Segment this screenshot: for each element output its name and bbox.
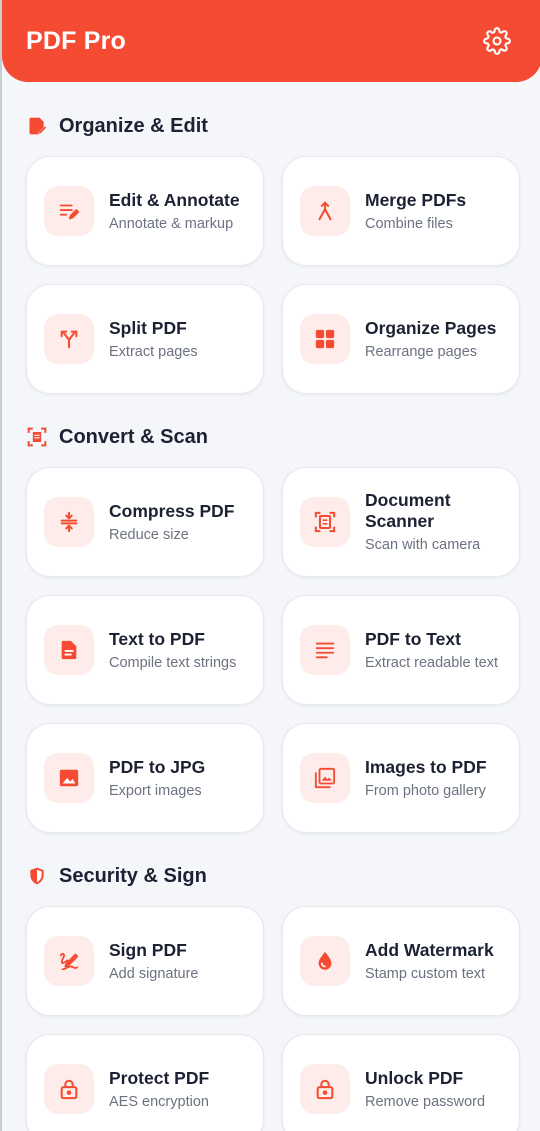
tool-icon-box: [300, 497, 350, 547]
tool-title: Add Watermark: [365, 939, 494, 960]
section-title: Convert & Scan: [59, 425, 208, 448]
water-drop-icon: [318, 951, 332, 970]
app-header: PDF Pro: [2, 0, 540, 82]
tool-subtitle: Extract pages: [109, 343, 198, 360]
tool-subtitle: Rearrange pages: [365, 343, 478, 360]
tool-title: PDF to JPG: [109, 756, 206, 777]
tool-grid: Edit & Annotate Annotate & markup Merge …: [26, 156, 520, 394]
section-security-sign: Security & Sign Sign PDF Add signature A…: [26, 862, 520, 1131]
section-header: Convert & Scan: [26, 423, 518, 451]
tool-title: Edit & Annotate: [109, 189, 240, 210]
section-organize-edit: Organize & Edit Edit & Annotate Annotate…: [26, 112, 520, 394]
split-icon: [60, 330, 78, 349]
tool-title: Sign PDF: [109, 939, 187, 960]
text-lines-icon: [315, 642, 335, 659]
tool-title: PDF to Text: [365, 628, 461, 649]
tool-subtitle: Scan with camera: [365, 537, 481, 553]
tool-icon-box: [300, 186, 350, 236]
tool-icon-box: [300, 314, 350, 364]
tool-card-edit-annotate[interactable]: Edit & Annotate Annotate & markup: [26, 156, 264, 266]
tool-icon-box: [44, 936, 94, 986]
section-header: Organize & Edit: [26, 112, 518, 140]
tool-card-pdf-to-text[interactable]: PDF to Text Extract readable text: [282, 595, 520, 705]
section-title: Organize & Edit: [59, 114, 208, 137]
tool-icon-box: [300, 936, 350, 986]
tool-title: Compress PDF: [109, 500, 235, 521]
grid-icon: [315, 329, 335, 349]
tool-subtitle: Remove password: [365, 1093, 486, 1110]
photo-library-icon: [314, 767, 336, 789]
tool-icon-box: [44, 314, 94, 364]
tool-title: Organize Pages: [365, 317, 497, 338]
signature-icon: [59, 953, 79, 971]
gear-icon: [483, 27, 511, 55]
section-convert-scan: Convert & Scan Compress PDF Reduce size …: [26, 423, 520, 833]
tool-card-protect-pdf[interactable]: Protect PDF AES encryption: [26, 1034, 264, 1131]
tool-card-sign-pdf[interactable]: Sign PDF Add signature: [26, 906, 264, 1016]
settings-button[interactable]: [480, 24, 514, 58]
unlock-icon: [316, 1079, 334, 1100]
image-icon: [59, 769, 79, 787]
scan-frame-icon: [26, 426, 48, 448]
tool-subtitle: Export images: [109, 782, 202, 799]
section-header: Security & Sign: [26, 862, 518, 890]
tool-subtitle: Extract readable text: [365, 654, 498, 671]
tool-card-pdf-to-jpg[interactable]: PDF to JPG Export images: [26, 723, 264, 833]
tool-icon-box: [44, 497, 94, 547]
tool-title: Text to PDF: [109, 628, 205, 649]
tool-title: Merge PDFs: [365, 189, 467, 210]
lock-icon: [60, 1079, 78, 1100]
tool-icon-box: [300, 1064, 350, 1114]
tool-card-split-pdf[interactable]: Split PDF Extract pages: [26, 284, 264, 394]
compress-icon: [60, 511, 78, 533]
tool-grid: Sign PDF Add signature Add Watermark Sta…: [26, 906, 520, 1131]
tool-icon-box: [44, 753, 94, 803]
app-screen: PDF Pro Organize & Edit Edit & Annotate: [0, 0, 540, 1131]
tool-subtitle: AES encryption: [109, 1093, 209, 1110]
tool-card-unlock-pdf[interactable]: Unlock PDF Remove password: [282, 1034, 520, 1131]
edit-note-icon: [26, 115, 48, 137]
tool-subtitle: Add signature: [109, 965, 199, 982]
tool-icon-box: [300, 753, 350, 803]
tool-subtitle: Combine files: [365, 215, 453, 232]
tool-grid: Compress PDF Reduce size Document Scanne…: [26, 467, 520, 833]
tool-title: Unlock PDF: [365, 1067, 464, 1088]
document-scanner-icon: [314, 511, 336, 533]
edit-lines-icon: [59, 204, 80, 220]
merge-icon: [318, 201, 332, 221]
shield-icon: [26, 865, 48, 887]
app-title: PDF Pro: [26, 26, 127, 55]
tool-card-compress-pdf[interactable]: Compress PDF Reduce size: [26, 467, 264, 577]
tool-card-text-to-pdf[interactable]: Text to PDF Compile text strings: [26, 595, 264, 705]
tool-icon-box: [300, 625, 350, 675]
tool-card-organize-pages[interactable]: Organize Pages Rearrange pages: [282, 284, 520, 394]
tool-icon-box: [44, 1064, 94, 1114]
tool-subtitle: Compile text strings: [109, 654, 237, 671]
tool-card-add-watermark[interactable]: Add Watermark Stamp custom text: [282, 906, 520, 1016]
tool-subtitle: Reduce size: [109, 526, 189, 543]
tool-subtitle: From photo gallery: [365, 782, 486, 799]
tool-title: Images to PDF: [365, 756, 487, 777]
tool-card-document-scanner[interactable]: Document Scanner Scan with camera: [282, 467, 520, 577]
tool-subtitle: Annotate & markup: [109, 215, 234, 232]
tool-icon-box: [44, 625, 94, 675]
tool-title: Document Scanner: [365, 490, 451, 531]
tool-subtitle: Stamp custom text: [365, 965, 486, 982]
section-title: Security & Sign: [59, 864, 207, 887]
tool-card-images-to-pdf[interactable]: Images to PDF From photo gallery: [282, 723, 520, 833]
file-text-icon: [61, 640, 77, 660]
tool-icon-box: [44, 186, 94, 236]
tool-title: Split PDF: [109, 317, 187, 338]
tool-title: Protect PDF: [109, 1067, 210, 1088]
tool-card-merge-pdfs[interactable]: Merge PDFs Combine files: [282, 156, 520, 266]
